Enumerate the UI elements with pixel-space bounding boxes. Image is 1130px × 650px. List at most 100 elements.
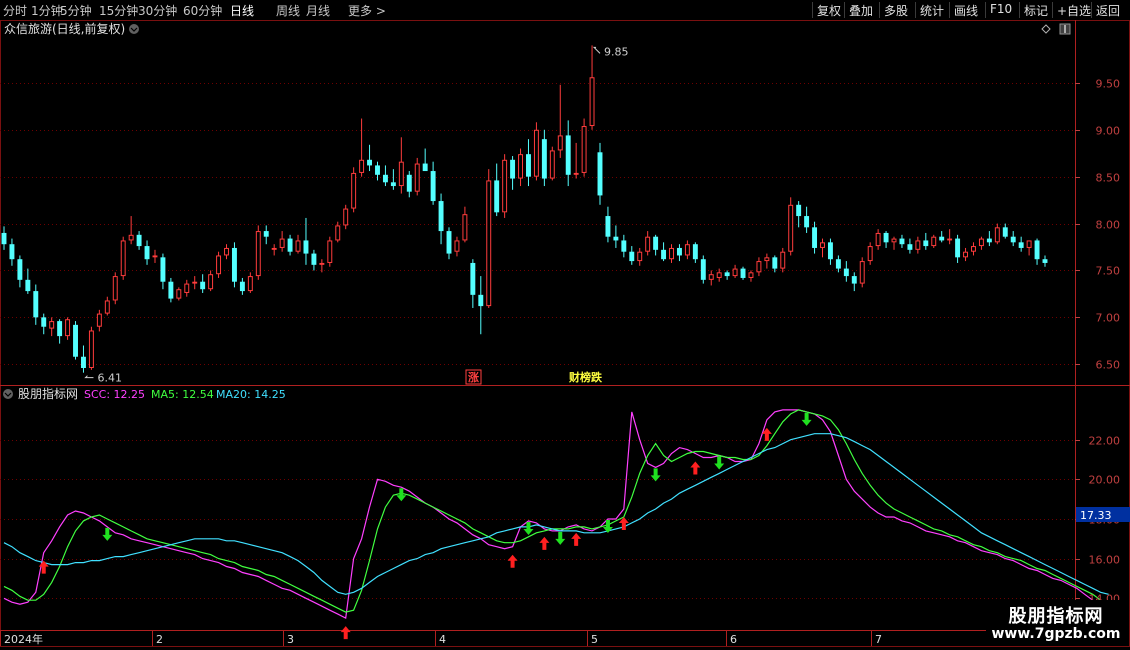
candle-body-down: [661, 249, 667, 260]
candle-body-up: [65, 319, 71, 337]
candle: [57, 319, 63, 344]
max-price-label: 9.85: [604, 45, 629, 58]
candle: [788, 197, 794, 256]
candle: [9, 238, 15, 266]
candle: [947, 229, 953, 245]
down-arrow-shape: [801, 412, 812, 426]
candle-body-up: [915, 240, 921, 250]
candle: [398, 137, 404, 194]
price-tick-label: 8.50: [1096, 172, 1121, 185]
candle-body-up: [573, 172, 579, 175]
buy-arrow-icon: [690, 461, 701, 475]
title-dropdown-icon[interactable]: [129, 24, 139, 34]
candle: [605, 206, 611, 243]
candle: [486, 169, 492, 308]
candle-body-down: [239, 281, 245, 292]
indicator-name: 股朋指标网: [18, 386, 78, 401]
up-arrow-shape: [340, 626, 351, 640]
candle: [827, 238, 833, 265]
stock-title: 众信旅游(日线,前复权): [4, 21, 125, 36]
candle: [676, 244, 682, 262]
candle-body-down: [740, 268, 746, 278]
candle: [247, 272, 253, 293]
candle: [367, 144, 373, 172]
candle: [883, 231, 889, 248]
candle-body-down: [812, 227, 818, 248]
candle: [25, 268, 31, 294]
candle-body-down: [843, 268, 849, 277]
candle: [740, 266, 746, 280]
candle: [804, 206, 810, 233]
candle-body-up: [176, 289, 182, 299]
candle: [430, 161, 436, 205]
candle: [224, 244, 229, 260]
down-arrow-shape: [714, 456, 725, 470]
up-arrow-shape: [690, 461, 701, 475]
candle-body-down: [621, 240, 627, 252]
candle-body-down: [144, 246, 150, 260]
candle: [49, 317, 55, 337]
buy-arrow-icon: [507, 554, 518, 568]
candle-body-down: [375, 165, 380, 175]
candle: [700, 255, 706, 284]
candle-body-down: [1042, 259, 1048, 263]
candle: [796, 201, 802, 228]
candle: [406, 171, 412, 198]
watermark-url: www.7gpzb.com: [991, 626, 1121, 642]
candle: [152, 249, 158, 263]
candle-body-down: [478, 294, 484, 307]
candle: [81, 345, 86, 373]
candle-body-up: [462, 214, 468, 241]
candle-body-down: [136, 234, 142, 247]
candle-body-down: [406, 174, 412, 192]
candle-body-up: [581, 126, 587, 173]
series-line-ma20: [3, 433, 1109, 595]
candle: [96, 309, 102, 332]
candle: [565, 120, 571, 187]
candle-body-down: [470, 262, 476, 295]
buy-arrow-icon: [539, 536, 550, 550]
candle: [613, 225, 619, 248]
stock-chart: 6.507.007.508.008.509.009.5014.0016.0018…: [0, 20, 1130, 647]
candle: [549, 146, 555, 181]
candle: [843, 261, 849, 282]
candle: [375, 161, 380, 181]
candle-body-up: [327, 240, 333, 263]
candle: [422, 148, 428, 172]
diamond-icon[interactable]: [1041, 24, 1051, 34]
candle-body-down: [907, 244, 913, 250]
indicator-dropdown-icon[interactable]: [3, 389, 13, 399]
up-arrow-shape: [507, 554, 518, 568]
series-line-scc: [3, 409, 1110, 620]
candle: [287, 234, 293, 256]
event-marker-rise: 涨: [468, 370, 479, 384]
candle-body-up: [947, 238, 953, 241]
candle: [1, 226, 7, 250]
candle-body-up: [518, 154, 523, 179]
candle: [923, 232, 929, 250]
candle: [112, 272, 118, 305]
price-tick-label: 7.00: [1096, 312, 1121, 325]
candle: [526, 139, 531, 187]
candle-body-down: [772, 257, 778, 269]
candle-body-up: [684, 244, 690, 256]
candle: [820, 238, 825, 258]
candle-body-up: [502, 159, 508, 213]
candle: [1002, 223, 1008, 239]
candle: [231, 242, 237, 288]
candle: [73, 321, 78, 360]
candle-body-up: [645, 236, 651, 252]
candle: [780, 247, 786, 273]
candle: [653, 234, 659, 256]
buy-arrow-icon: [571, 532, 582, 546]
candle-body-down: [17, 259, 23, 280]
candle-body-up: [279, 238, 285, 248]
candle: [454, 236, 460, 257]
candle: [875, 229, 881, 250]
candle: [271, 244, 277, 256]
candle: [359, 118, 365, 177]
candle-body-down: [446, 231, 452, 254]
candle-body-down: [494, 180, 500, 213]
candle-body-down: [25, 279, 31, 292]
candle: [732, 264, 738, 278]
